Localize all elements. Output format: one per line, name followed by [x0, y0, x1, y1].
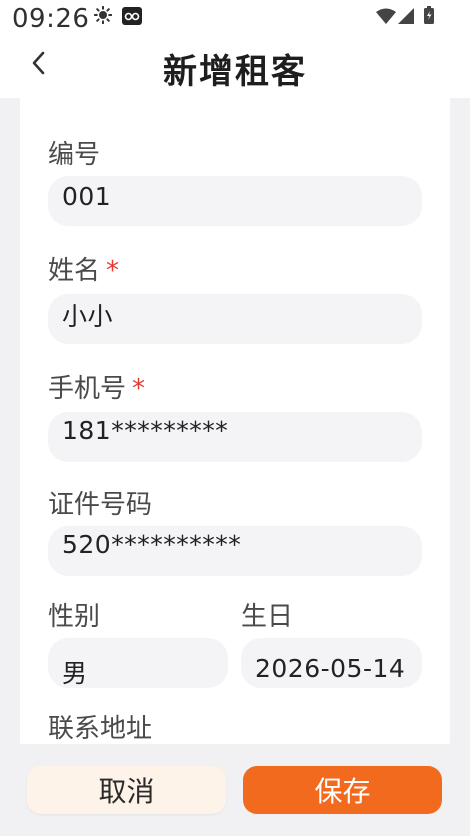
battery-icon	[424, 6, 434, 28]
address-label: 联系地址	[48, 708, 152, 745]
signal-icon	[398, 8, 414, 28]
phone-label: 手机号 *	[48, 368, 145, 405]
status-bar: 09:26	[0, 0, 470, 36]
number-label: 编号	[48, 134, 100, 171]
birthday-picker[interactable]: 2026-05-14	[241, 638, 422, 688]
bottom-action-bar: 取消 保存	[0, 744, 470, 836]
phone-value: 181*********	[62, 416, 229, 445]
id-number-label: 证件号码	[48, 484, 152, 521]
id-number-value: 520**********	[62, 530, 242, 559]
sun-icon	[93, 5, 113, 28]
address-label-text: 联系地址	[48, 714, 153, 744]
number-label-text: 编号	[48, 140, 101, 170]
id-number-field[interactable]: 520**********	[48, 526, 422, 576]
phone-field[interactable]: 181*********	[48, 412, 422, 462]
save-button[interactable]: 保存	[243, 766, 442, 814]
phone-label-text: 手机号	[48, 374, 127, 404]
cancel-button[interactable]: 取消	[27, 766, 226, 814]
page-title: 新增租客	[163, 52, 307, 92]
gender-label-text: 性别	[48, 602, 101, 632]
name-field[interactable]: 小小	[48, 294, 422, 344]
gender-value: 男	[62, 659, 88, 688]
wifi-icon	[376, 8, 396, 28]
gender-label: 性别	[48, 596, 100, 633]
name-label-text: 姓名	[48, 256, 101, 286]
required-mark: *	[106, 256, 120, 286]
name-value: 小小	[62, 302, 114, 331]
birthday-value: 2026-05-14	[255, 654, 406, 683]
number-field[interactable]: 001	[48, 176, 422, 226]
birthday-label: 生日	[241, 596, 293, 633]
status-time: 09:26	[12, 4, 90, 34]
number-value: 001	[62, 182, 112, 211]
name-label: 姓名 *	[48, 250, 119, 287]
app-notification-icon	[122, 7, 142, 29]
gender-select[interactable]: 男	[48, 638, 228, 688]
birthday-label-text: 生日	[241, 602, 294, 632]
required-mark: *	[132, 374, 146, 404]
tenant-form-card: 编号 001 姓名 * 小小 手机号 * 181********* 证件号码 520…	[20, 96, 450, 756]
header: 新增租客	[0, 36, 470, 98]
id-number-label-text: 证件号码	[48, 490, 153, 520]
